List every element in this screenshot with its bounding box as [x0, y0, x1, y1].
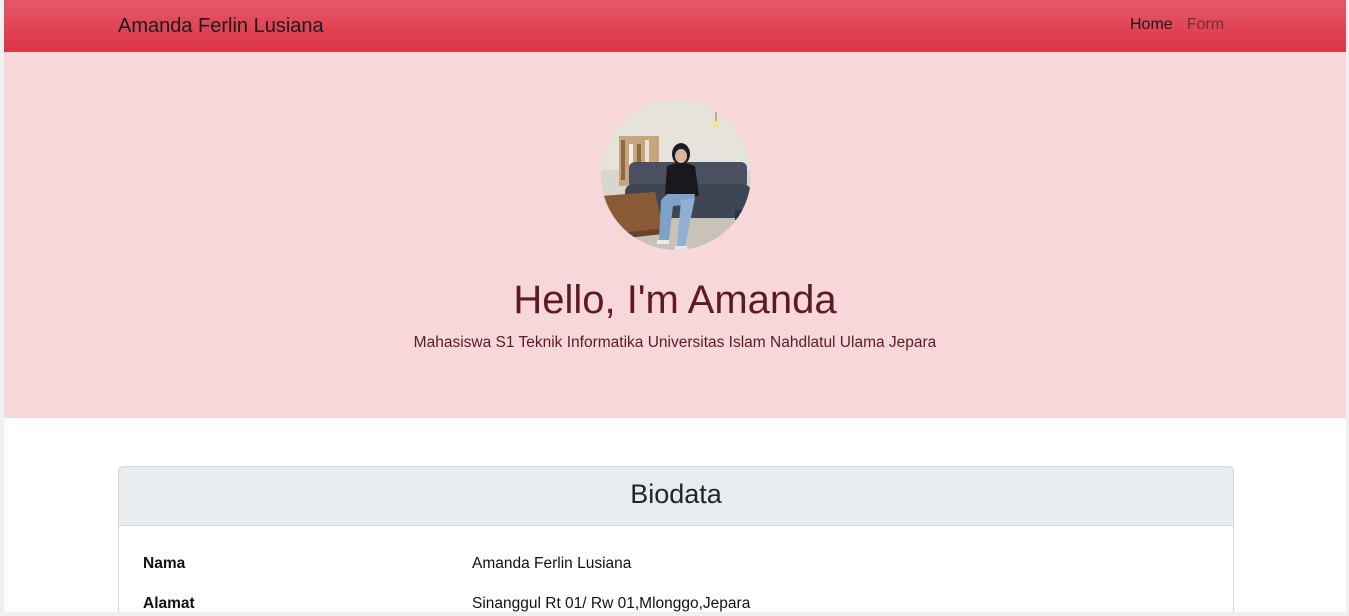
navbar: Amanda Ferlin Lusiana Home Form	[4, 0, 1346, 52]
biodata-value: Amanda Ferlin Lusiana	[472, 555, 632, 572]
biodata-card-header: Biodata	[119, 467, 1233, 526]
frame-left-edge	[0, 0, 4, 616]
nav-link-home[interactable]: Home	[1130, 14, 1173, 36]
page: Amanda Ferlin Lusiana Home Form Hello, I…	[0, 0, 1349, 616]
profile-photo-icon	[601, 100, 751, 250]
biodata-row-nama: Nama Amanda Ferlin Lusiana	[119, 553, 1233, 577]
hero-title: Hello, I'm Amanda	[513, 278, 837, 322]
navbar-brand[interactable]: Amanda Ferlin Lusiana	[118, 13, 324, 39]
frame-bottom-edge	[0, 612, 1349, 616]
profile-avatar	[601, 100, 751, 250]
biodata-label: Nama	[143, 555, 186, 572]
biodata-card: Biodata Nama Amanda Ferlin Lusiana Alama…	[118, 466, 1234, 616]
nav-links: Home Form	[1130, 14, 1224, 36]
biodata-title: Biodata	[630, 479, 722, 509]
nav-link-form[interactable]: Form	[1187, 14, 1224, 36]
hero-section: Hello, I'm Amanda Mahasiswa S1 Teknik In…	[4, 52, 1346, 418]
hero-subtitle: Mahasiswa S1 Teknik Informatika Universi…	[413, 334, 937, 351]
